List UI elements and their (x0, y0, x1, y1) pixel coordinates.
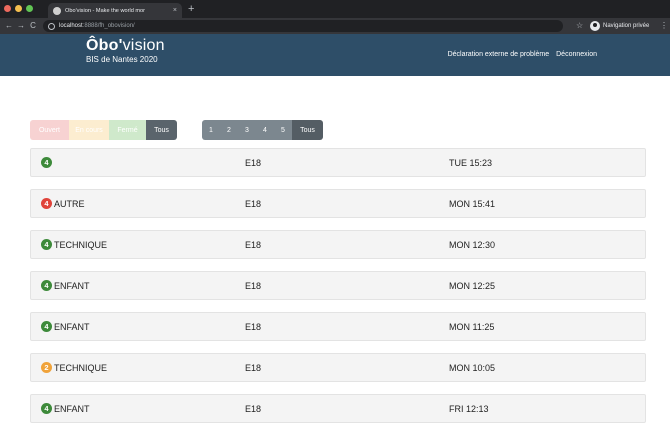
filter-level-2-button[interactable]: 2 (220, 120, 238, 140)
favicon-icon (53, 6, 61, 15)
priority-badge: 4 (41, 403, 52, 414)
issue-time: FRI 12:13 (449, 404, 489, 414)
issue-room: E18 (245, 199, 262, 209)
issue-room: E18 (245, 322, 262, 332)
priority-badge: 4 (41, 239, 52, 250)
forward-arrow-icon[interactable]: → (15, 18, 27, 34)
priority-badge: 4 (41, 198, 52, 209)
priority-badge: 2 (41, 362, 52, 373)
logo-title: Ôbo'vision (86, 37, 165, 55)
incognito-icon (590, 21, 600, 31)
priority-badge: 4 (41, 280, 52, 291)
level-filter-group: 1 2 3 4 5 Tous (202, 120, 323, 140)
filter-ouvert-button[interactable]: Ouvert (30, 120, 69, 140)
issue-category: AUTRE (54, 199, 85, 209)
list-item[interactable]: 4 TECHNIQUE E18 MON 12:30 (30, 230, 646, 259)
list-item[interactable]: 4 E18 TUE 15:23 (30, 148, 646, 177)
filter-level-5-button[interactable]: 5 (274, 120, 292, 140)
maximize-window-button[interactable] (26, 5, 33, 12)
url-host: localhost (59, 23, 83, 29)
reload-icon[interactable]: C (27, 18, 39, 34)
private-browsing-indicator[interactable]: Navigation privée (590, 20, 649, 32)
priority-badge: 4 (41, 321, 52, 332)
logo-bold: Ôbo' (86, 37, 123, 54)
browser-tab-bar: Ôbo'vision - Make the world mor × + (0, 0, 670, 18)
tab-close-icon[interactable]: × (173, 7, 177, 14)
logo-light: vision (122, 37, 165, 54)
issue-room: E18 (245, 404, 262, 414)
browser-tab[interactable]: Ôbo'vision - Make the world mor × (48, 3, 182, 18)
issue-time: MON 11:25 (449, 322, 495, 332)
close-window-button[interactable] (4, 5, 11, 12)
issue-room: E18 (245, 281, 262, 291)
filter-level-3-button[interactable]: 3 (238, 120, 256, 140)
bookmark-star-icon[interactable]: ☆ (576, 19, 583, 33)
issue-room: E18 (245, 158, 262, 168)
list-item[interactable]: 2 TECHNIQUE E18 MON 10:05 (30, 353, 646, 382)
minimize-window-button[interactable] (15, 5, 22, 12)
site-logo[interactable]: Ôbo'vision BIS de Nantes 2020 (86, 37, 165, 64)
list-item[interactable]: 4 AUTRE E18 MON 15:41 (30, 189, 646, 218)
external-report-link[interactable]: Déclaration externe de problème (448, 51, 550, 58)
issue-time: MON 15:41 (449, 199, 496, 209)
issue-list: 4 E18 TUE 15:23 4 AUTRE E18 MON 15:41 4 … (30, 148, 646, 435)
info-icon[interactable] (48, 22, 55, 30)
site-header: Ôbo'vision BIS de Nantes 2020 Déclaratio… (0, 34, 670, 76)
list-item[interactable]: 4 ENFANT E18 MON 11:25 (30, 312, 646, 341)
url-path: :8888/fh_obovision/ (82, 23, 135, 29)
url-input[interactable]: localhost :8888/fh_obovision/ (43, 20, 563, 32)
filter-level-4-button[interactable]: 4 (256, 120, 274, 140)
filter-all-status-button[interactable]: Tous (146, 120, 177, 140)
list-item[interactable]: 4 ENFANT E18 MON 12:25 (30, 271, 646, 300)
header-nav: Déclaration externe de problème Déconnex… (448, 51, 597, 58)
issue-time: TUE 15:23 (449, 158, 493, 168)
list-item[interactable]: 4 ENFANT E18 FRI 12:13 (30, 394, 646, 423)
issue-category: ENFANT (54, 281, 90, 291)
filter-ferme-button[interactable]: Fermé (109, 120, 146, 140)
browser-address-bar: ← → C localhost :8888/fh_obovision/ ☆ Na… (0, 18, 670, 34)
logo-subtitle: BIS de Nantes 2020 (86, 55, 158, 64)
logout-link[interactable]: Déconnexion (556, 51, 597, 58)
issue-category: ENFANT (54, 322, 90, 332)
issue-time: MON 12:25 (449, 281, 496, 291)
issue-time: MON 10:05 (449, 363, 496, 373)
filter-en-cours-button[interactable]: En cours (69, 120, 109, 140)
issue-category: TECHNIQUE (54, 363, 108, 373)
issue-category: TECHNIQUE (54, 240, 108, 250)
window-controls (4, 5, 33, 12)
issue-category: ENFANT (54, 404, 90, 414)
filter-all-levels-button[interactable]: Tous (292, 120, 323, 140)
status-filter-group: Ouvert En cours Fermé Tous (30, 120, 177, 140)
private-browsing-label: Navigation privée (603, 23, 650, 29)
filter-level-1-button[interactable]: 1 (202, 120, 220, 140)
issue-room: E18 (245, 240, 262, 250)
priority-badge: 4 (41, 157, 52, 168)
browser-menu-icon[interactable]: ⋮ (660, 20, 668, 32)
tab-title: Ôbo'vision - Make the world mor (65, 7, 146, 14)
issue-time: MON 12:30 (449, 240, 496, 250)
issue-room: E18 (245, 363, 262, 373)
new-tab-button[interactable]: + (188, 2, 194, 16)
back-arrow-icon[interactable]: ← (3, 18, 15, 34)
